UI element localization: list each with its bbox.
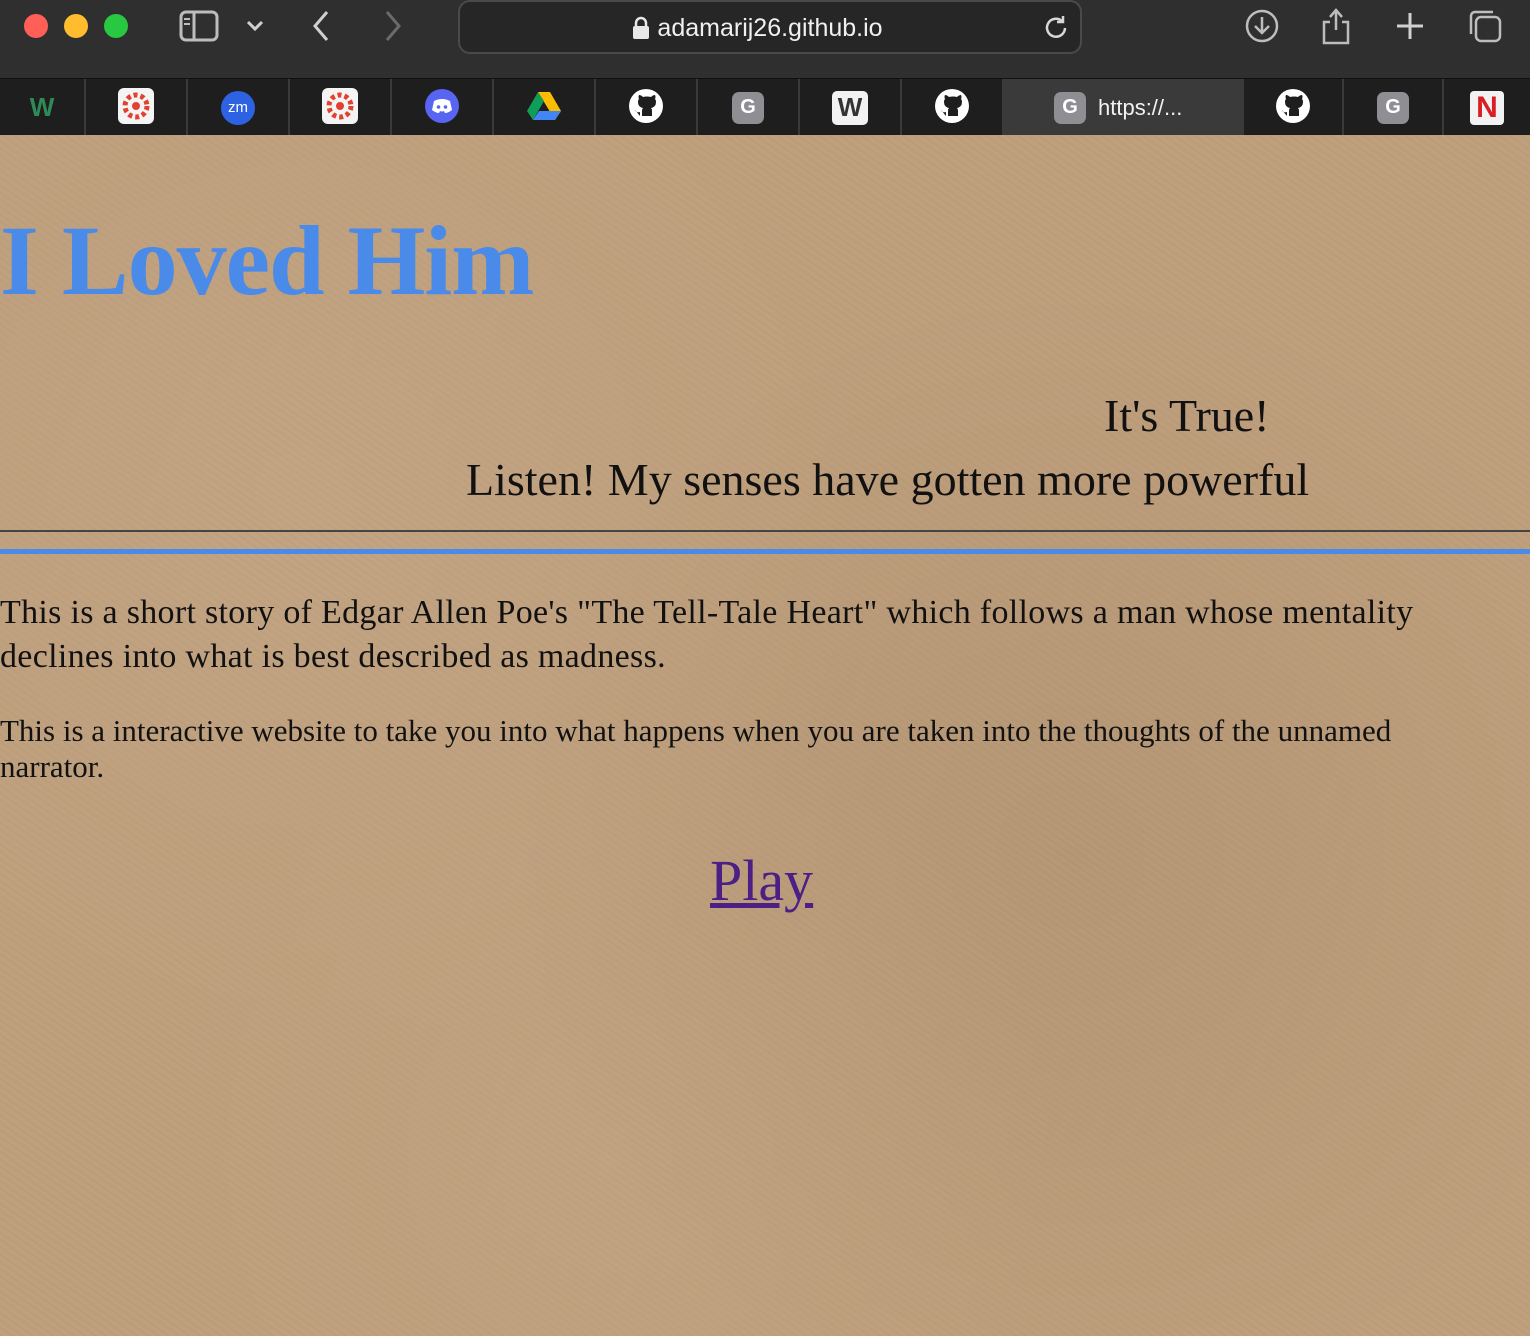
favorite-google-drive[interactable] — [494, 79, 596, 136]
minimize-window-button[interactable] — [64, 14, 88, 38]
play-link[interactable]: Play — [710, 847, 813, 914]
sidebar-toggle-icon[interactable] — [178, 6, 220, 46]
back-icon[interactable] — [306, 6, 336, 46]
close-window-button[interactable] — [24, 14, 48, 38]
divider-accent — [0, 549, 1530, 554]
w3schools-icon: W — [29, 92, 55, 122]
reload-icon[interactable] — [1042, 14, 1070, 46]
tab-active[interactable]: G https://... — [1004, 79, 1244, 136]
browser-toolbar: adamarij26.github.io — [0, 0, 1530, 78]
discord-icon — [425, 88, 459, 127]
page-content: I Loved Him It's True! Listen! My senses… — [0, 135, 1530, 1336]
intro-paragraph: This is a short story of Edgar Allen Poe… — [0, 594, 1414, 675]
favorite-generic-2[interactable]: G — [1344, 79, 1444, 136]
github-icon — [935, 88, 969, 127]
favorite-github-1[interactable] — [596, 79, 698, 136]
downloads-icon[interactable] — [1242, 6, 1282, 46]
forward-icon[interactable] — [378, 6, 408, 46]
favorite-w3schools[interactable]: W — [0, 79, 86, 136]
address-bar[interactable]: adamarij26.github.io — [458, 0, 1082, 54]
favorite-github-3[interactable] — [1244, 79, 1344, 136]
favorite-canvas-1[interactable] — [86, 79, 188, 136]
page-title: I Loved Him — [0, 205, 534, 316]
generic-site-icon: G — [732, 91, 764, 124]
subheading-its-true: It's True! — [1104, 390, 1270, 441]
divider-thin — [0, 530, 1530, 532]
favorite-canvas-2[interactable] — [290, 79, 392, 136]
address-url: adamarij26.github.io — [657, 14, 883, 42]
weebly-icon: W — [832, 90, 868, 125]
favorite-discord[interactable] — [392, 79, 494, 136]
netflix-icon: N — [1470, 90, 1504, 125]
favorite-github-2[interactable] — [902, 79, 1004, 136]
generic-site-icon: G — [1377, 91, 1409, 124]
favorite-zoom[interactable]: zm — [188, 79, 290, 136]
zoom-icon: zm — [221, 90, 255, 125]
chevron-down-icon[interactable] — [244, 6, 266, 46]
description-paragraph: This is a interactive website to take yo… — [0, 713, 1392, 784]
subheading-listen: Listen! My senses have gotten more power… — [466, 454, 1310, 505]
new-tab-icon[interactable] — [1392, 6, 1428, 46]
tab-bar: W zm G W G https://... G N — [0, 78, 1530, 136]
github-icon — [629, 88, 663, 127]
zoom-window-button[interactable] — [104, 14, 128, 38]
tab-active-label: https://... — [1098, 94, 1183, 120]
tab-overview-icon[interactable] — [1466, 6, 1504, 46]
favorite-netflix[interactable]: N — [1444, 79, 1530, 136]
google-drive-icon — [527, 91, 561, 125]
favorite-generic-1[interactable]: G — [698, 79, 800, 136]
share-icon[interactable] — [1318, 6, 1354, 46]
favorite-weebly[interactable]: W — [800, 79, 902, 136]
github-icon — [1276, 88, 1310, 127]
canvas-icon — [322, 87, 358, 128]
generic-site-icon: G — [1054, 91, 1086, 124]
canvas-icon — [118, 87, 154, 128]
